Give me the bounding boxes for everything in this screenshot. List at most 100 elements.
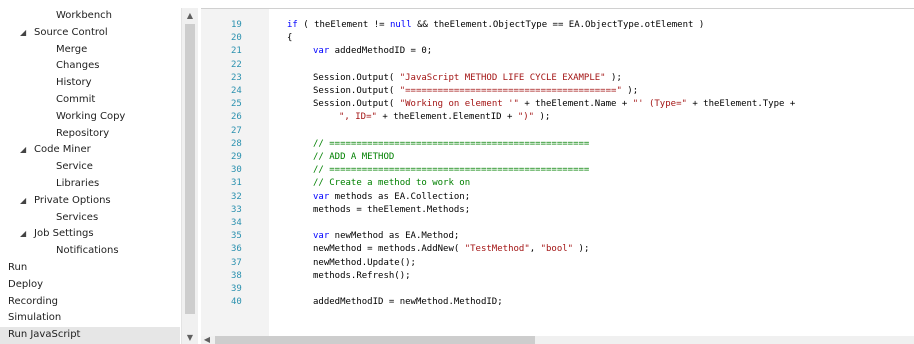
sidebar-item[interactable]: Libraries — [0, 176, 180, 193]
line-number: 20 — [231, 33, 242, 44]
keyword-token: var — [313, 231, 330, 242]
sidebar-item[interactable]: ◢ Job Settings — [0, 226, 180, 243]
code-token: methods as EA.Collection; — [329, 191, 471, 202]
line-number: 25 — [231, 99, 242, 110]
code-line[interactable]: 24 Session.Output( "=====================… — [201, 85, 914, 98]
expand-triangle-icon[interactable]: ◢ — [8, 25, 34, 42]
code-line[interactable]: 30 // ===================================… — [201, 164, 914, 177]
code-line[interactable]: 29 // ADD A METHOD — [201, 151, 914, 164]
expand-triangle-icon[interactable]: ◢ — [8, 193, 34, 210]
code-line[interactable]: 26 ", ID=" + theElement.ElementID + ")" )… — [201, 111, 914, 124]
sidebar-item-label: Code Miner — [34, 144, 91, 156]
code-line[interactable]: 37 newMethod.Update(); — [201, 257, 914, 270]
expand-triangle-icon[interactable]: ◢ — [8, 226, 34, 243]
expand-triangle-icon[interactable]: ◢ — [8, 142, 34, 159]
line-number: 19 — [231, 20, 242, 30]
code-editor[interactable]: 19 if ( theElement != null && theElement.… — [201, 8, 914, 337]
sidebar-item[interactable]: Run JavaScript — [0, 327, 180, 344]
code-token: addedMethodID = newMethod.MethodID; — [313, 297, 503, 308]
sidebar-item-label: Recording — [8, 295, 59, 307]
sidebar-item-label: Private Options — [34, 194, 111, 206]
code-line[interactable]: 34 — [201, 217, 914, 230]
navigation-tree: Workbench ◢ Source Control Merge Changes Hist… — [0, 8, 180, 344]
code-line[interactable]: 35 var newMethod as EA.Method; — [201, 230, 914, 243]
code-line[interactable]: 19 if ( theElement != null && theElement.… — [201, 19, 914, 32]
line-number: 33 — [231, 204, 242, 215]
code-line[interactable]: 25 Session.Output( "Working on element '"… — [201, 98, 914, 111]
sidebar-item[interactable]: ◢ Private Options — [0, 193, 180, 210]
sidebar-item-label: Commit — [56, 93, 96, 105]
code-line[interactable]: 23 Session.Output( "JavaScript METHOD LIF… — [201, 72, 914, 85]
sidebar-item[interactable]: Deploy — [0, 277, 180, 294]
editor-scroll-thumb[interactable] — [215, 336, 535, 344]
code-line[interactable]: 38 methods.Refresh(); — [201, 270, 914, 283]
sidebar-item[interactable]: Merge — [0, 42, 180, 59]
code-token: methods.Refresh(); — [313, 270, 411, 281]
sidebar-item[interactable]: ◢ Source Control — [0, 25, 180, 42]
sidebar-item-label: Service — [56, 161, 93, 173]
sidebar-item[interactable]: History — [0, 75, 180, 92]
code-line[interactable]: 27 — [201, 125, 914, 138]
code-line[interactable]: 33 methods = theElement.Methods; — [201, 204, 914, 217]
line-number: 40 — [231, 297, 242, 308]
sidebar-item-label: Workbench — [56, 10, 112, 21]
line-number: 39 — [231, 284, 242, 294]
sidebar-item[interactable]: Repository — [0, 126, 180, 143]
scroll-left-arrow-icon[interactable]: ◀ — [201, 336, 213, 344]
string-token: "' (Type=" — [632, 99, 687, 110]
code-line[interactable]: 39 — [201, 283, 914, 296]
code-token: newMethod as EA.Method; — [329, 231, 460, 242]
line-number: 28 — [231, 138, 242, 149]
sidebar-item[interactable]: Workbench — [0, 8, 180, 25]
sidebar-item-label: Simulation — [8, 312, 62, 324]
comment-token: // ADD A METHOD — [313, 152, 395, 162]
line-number: 23 — [231, 72, 242, 83]
code-line[interactable]: 31 // Create a method to work on — [201, 177, 914, 190]
string-token: "=======================================… — [399, 86, 622, 96]
sidebar-item[interactable]: Changes — [0, 58, 180, 75]
scroll-up-arrow-icon[interactable]: ▲ — [182, 8, 198, 24]
sidebar-item-label: Repository — [56, 127, 110, 139]
sidebar-item-label: Source Control — [34, 26, 108, 38]
sidebar-item[interactable]: Run — [0, 260, 180, 277]
code-line[interactable]: 20 { — [201, 32, 914, 45]
code-text: // =====================================… — [313, 138, 589, 151]
code-line[interactable]: 32 var methods as EA.Collection; — [201, 191, 914, 204]
tree-scroll-thumb[interactable] — [185, 24, 195, 314]
sidebar-item[interactable]: ◢ Code Miner — [0, 142, 180, 159]
sidebar-item[interactable]: Notifications — [0, 243, 180, 260]
code-line[interactable]: 22 — [201, 59, 914, 72]
code-text: var newMethod as EA.Method; — [313, 230, 459, 243]
sidebar-item[interactable]: Service — [0, 159, 180, 176]
code-text: { — [287, 32, 292, 45]
navigation-tree-panel: Workbench ◢ Source Control Merge Changes Hist… — [0, 0, 198, 344]
code-line[interactable]: 21 var addedMethodID = 0; — [201, 45, 914, 58]
string-token: "bool" — [540, 244, 574, 255]
line-number: 26 — [231, 112, 242, 123]
line-number: 36 — [231, 244, 242, 255]
sidebar-item-label: Run JavaScript — [8, 329, 81, 341]
sidebar-item[interactable]: Simulation — [0, 310, 180, 327]
code-text: addedMethodID = newMethod.MethodID; — [313, 296, 503, 309]
sidebar-item[interactable]: Services — [0, 210, 180, 227]
editor-horizontal-scrollbar[interactable]: ◀ — [201, 336, 914, 344]
code-text: Session.Output( "=======================… — [313, 85, 638, 98]
code-text: if ( theElement != null && theElement.Ob… — [287, 19, 704, 32]
code-text: // Create a method to work on — [313, 177, 470, 190]
line-number: 21 — [231, 46, 242, 57]
code-line[interactable]: 28 // ===================================… — [201, 138, 914, 151]
sidebar-item[interactable]: Working Copy — [0, 109, 180, 126]
line-number: 24 — [231, 86, 242, 96]
code-token: ( theElement != — [297, 20, 390, 30]
sidebar-item[interactable]: Commit — [0, 92, 180, 109]
code-token: Session.Output( — [313, 86, 400, 96]
sidebar-item[interactable]: Recording — [0, 294, 180, 311]
keyword-token: var — [313, 46, 330, 57]
sidebar-item-label: Notifications — [56, 245, 119, 257]
scroll-down-arrow-icon[interactable]: ▼ — [182, 332, 198, 344]
tree-vertical-scrollbar[interactable]: ▲ ▼ — [181, 8, 198, 344]
code-line[interactable]: 40 addedMethodID = newMethod.MethodID; — [201, 296, 914, 309]
code-text: ", ID=" + theElement.ElementID + ")" ); — [339, 111, 550, 124]
line-number: 34 — [231, 218, 242, 228]
code-line[interactable]: 36 newMethod = methods.AddNew( "TestMetho… — [201, 243, 914, 256]
